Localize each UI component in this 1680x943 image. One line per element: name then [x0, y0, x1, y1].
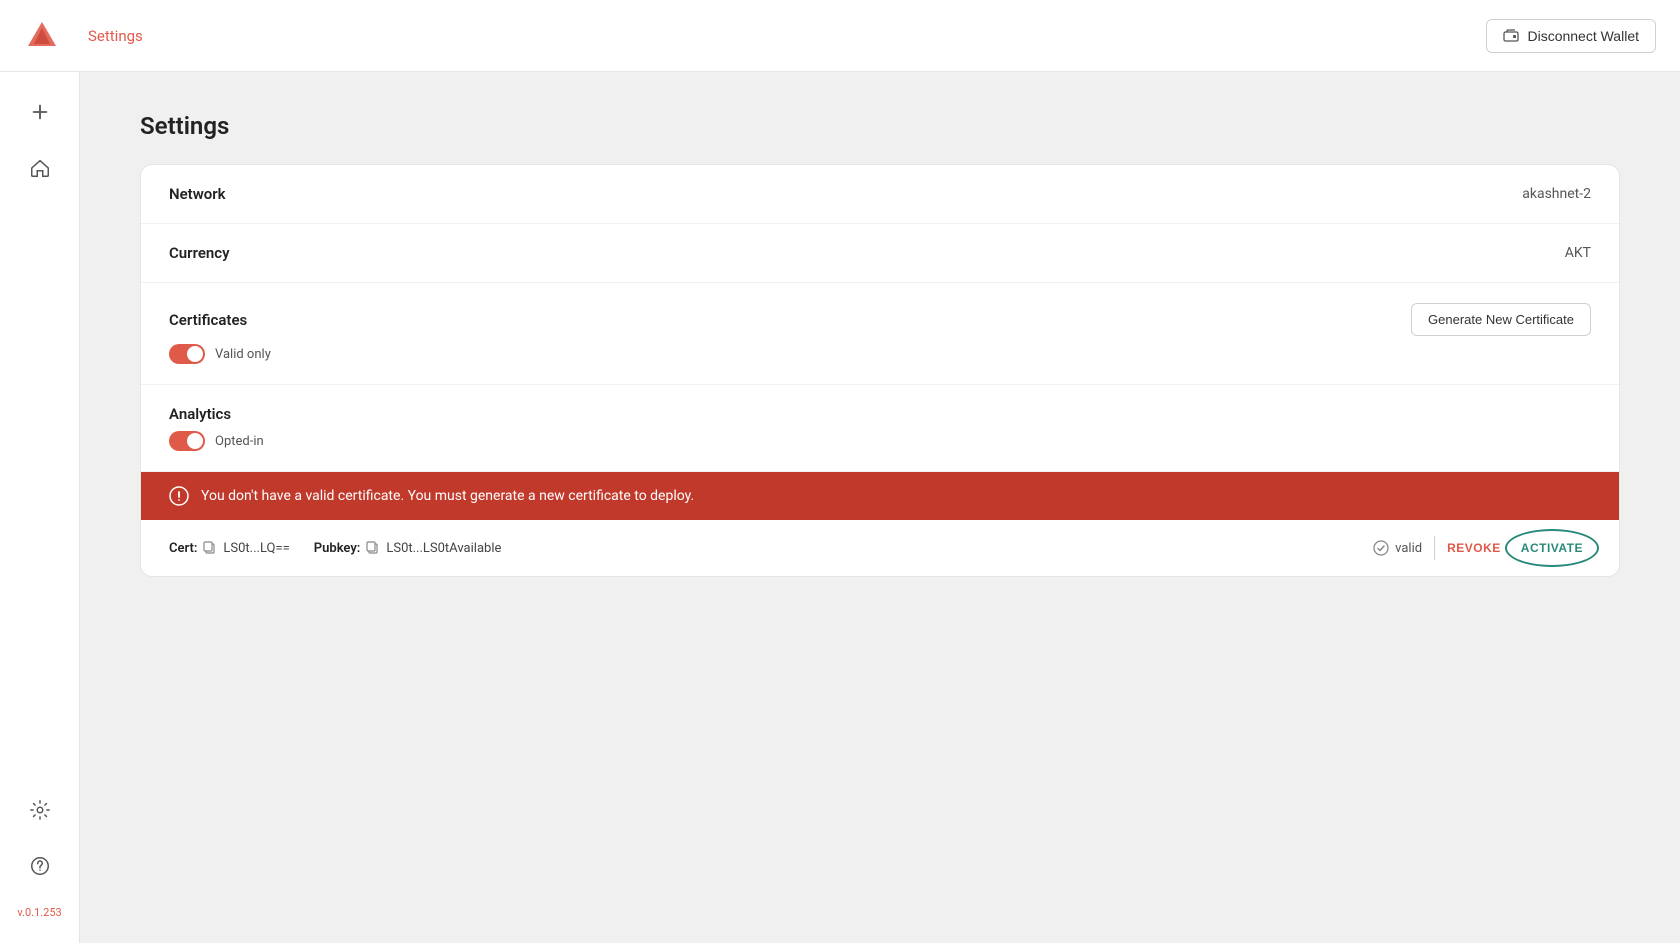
plus-icon	[29, 101, 51, 123]
analytics-row: Analytics Opted-in	[141, 385, 1619, 472]
question-icon	[29, 855, 51, 877]
content-area: Settings Network akashnet-2 Currency AKT…	[80, 72, 1680, 943]
sidebar-item-home[interactable]	[16, 144, 64, 192]
certificates-toggle-row: Valid only	[169, 344, 271, 364]
analytics-toggle-knob	[187, 433, 203, 449]
analytics-toggle[interactable]	[169, 431, 205, 451]
analytics-toggle-label: Opted-in	[215, 434, 264, 449]
pubkey-field: Pubkey: LS0t...LS0tAvailable	[314, 541, 502, 556]
nav-settings-label: Settings	[88, 27, 143, 45]
logo	[24, 18, 60, 54]
currency-value: AKT	[1565, 245, 1591, 261]
certificates-toggle[interactable]	[169, 344, 205, 364]
wallet-icon	[1503, 28, 1519, 44]
sidebar: v.0.1.253	[0, 72, 80, 943]
valid-check-icon	[1373, 540, 1389, 556]
network-value: akashnet-2	[1522, 186, 1591, 202]
top-nav-right: Disconnect Wallet	[1486, 19, 1656, 53]
top-nav: Settings Disconnect Wallet	[0, 0, 1680, 72]
valid-badge: valid	[1373, 540, 1422, 556]
cert-info-row: Cert: LS0t...LQ== Pubkey: LS0t...LS0tAva…	[141, 520, 1619, 576]
toggle-knob	[187, 346, 203, 362]
sidebar-item-help[interactable]	[16, 842, 64, 890]
cert-actions: valid REVOKE ACTIVATE	[1373, 536, 1591, 560]
cert-value: LS0t...LQ==	[223, 541, 289, 556]
page-title: Settings	[140, 112, 1620, 140]
certificates-header: Certificates Generate New Certificate	[169, 303, 1591, 336]
revoke-button[interactable]: REVOKE	[1447, 541, 1501, 555]
currency-label: Currency	[169, 244, 329, 262]
certificates-row: Certificates Generate New Certificate Va…	[141, 283, 1619, 385]
pubkey-value: LS0t...LS0tAvailable	[386, 541, 501, 556]
generate-certificate-button[interactable]: Generate New Certificate	[1411, 303, 1591, 336]
network-label: Network	[169, 185, 329, 203]
gear-icon	[29, 799, 51, 821]
alert-banner: You don't have a valid certificate. You …	[141, 472, 1619, 520]
alert-message: You don't have a valid certificate. You …	[201, 488, 694, 504]
pubkey-copy-icon[interactable]	[366, 541, 380, 555]
settings-card: Network akashnet-2 Currency AKT Certific…	[140, 164, 1620, 577]
main-layout: v.0.1.253 Settings Network akashnet-2 Cu…	[0, 72, 1680, 943]
analytics-label: Analytics	[169, 405, 329, 423]
sidebar-item-settings[interactable]	[16, 786, 64, 834]
cert-copy-icon[interactable]	[203, 541, 217, 555]
currency-row: Currency AKT	[141, 224, 1619, 283]
alert-icon	[169, 486, 189, 506]
sidebar-bottom: v.0.1.253	[16, 786, 64, 927]
version-label: v.0.1.253	[17, 906, 61, 919]
sidebar-top	[16, 88, 64, 786]
home-icon	[29, 157, 51, 179]
disconnect-wallet-label: Disconnect Wallet	[1527, 28, 1639, 44]
cert-actions-divider	[1434, 536, 1435, 560]
sidebar-item-add[interactable]	[16, 88, 64, 136]
network-row: Network akashnet-2	[141, 165, 1619, 224]
valid-label: valid	[1395, 541, 1422, 556]
disconnect-wallet-button[interactable]: Disconnect Wallet	[1486, 19, 1656, 53]
certificates-toggle-label: Valid only	[215, 347, 271, 362]
cert-label: Cert:	[169, 541, 197, 556]
activate-button[interactable]: ACTIVATE	[1513, 537, 1591, 559]
cert-field: Cert: LS0t...LQ==	[169, 541, 290, 556]
analytics-toggle-row: Opted-in	[169, 431, 264, 451]
pubkey-label: Pubkey:	[314, 541, 361, 556]
certificates-label: Certificates	[169, 311, 329, 329]
activate-btn-wrapper: ACTIVATE	[1513, 537, 1591, 559]
